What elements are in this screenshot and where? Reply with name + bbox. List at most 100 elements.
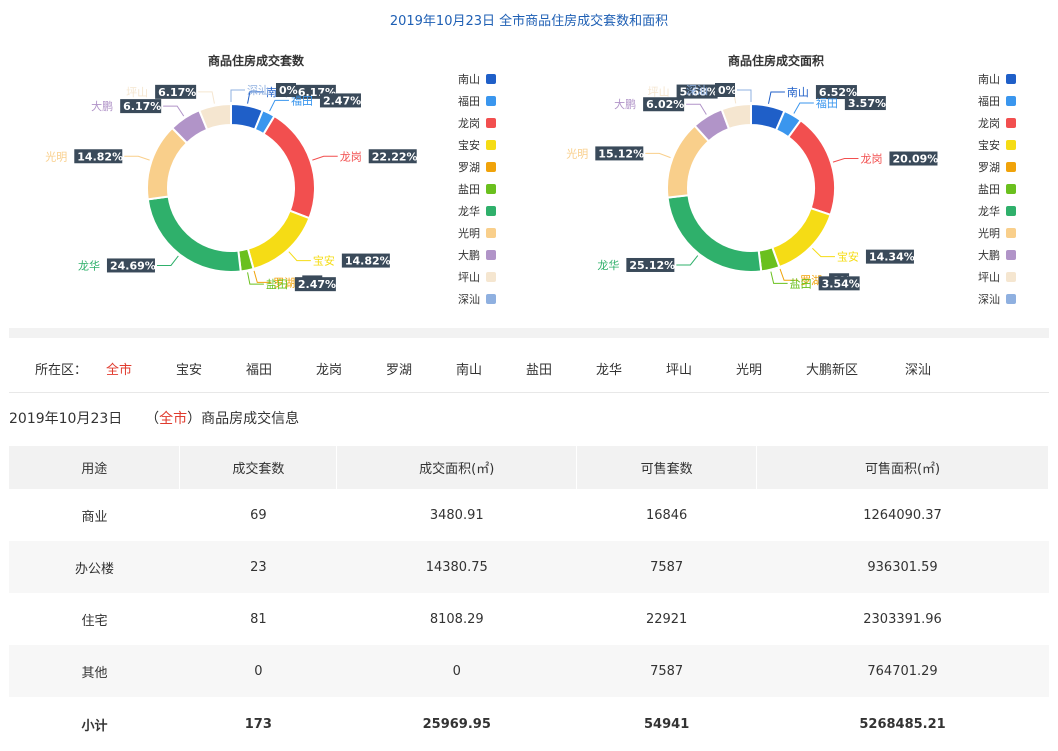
legend-swatch[interactable] (1006, 162, 1016, 172)
slice-龙华[interactable] (666, 194, 763, 273)
legend-swatch[interactable] (486, 118, 496, 128)
legend-label: 罗湖 (978, 161, 1000, 174)
legend-label: 龙华 (978, 204, 1000, 218)
legend-swatch[interactable] (486, 250, 496, 260)
legend-swatch[interactable] (1006, 140, 1016, 150)
legend-swatch[interactable] (486, 96, 496, 106)
table-cell: 16846 (645, 507, 688, 523)
legend-swatch[interactable] (1006, 228, 1016, 238)
region-tab-longhua[interactable]: 龙华 (596, 359, 622, 378)
region-tab-longgang[interactable]: 龙岗 (316, 359, 342, 378)
region-tab-shenshan[interactable]: 深汕 (905, 359, 931, 378)
table-cell: 7587 (576, 541, 757, 593)
label-leader (230, 89, 245, 102)
slice-value-label: 24.69% (110, 259, 156, 272)
legend-swatch[interactable] (1006, 184, 1016, 194)
table-row: 住宅 81 8108.29 22921 2303391.96 (9, 593, 1049, 645)
slice-value-label: 25.12% (629, 259, 675, 272)
chart-title: 商品住房成交套数 (208, 53, 305, 68)
legend-swatch[interactable] (486, 162, 496, 172)
col-header-deal-units: 成交套数 (179, 446, 338, 489)
legend-label: 盐田 (978, 183, 1000, 196)
legend-swatch[interactable] (486, 184, 496, 194)
label-leader (645, 152, 671, 159)
legend-label: 宝安 (978, 138, 1000, 152)
table-cell: 5268485.21 (859, 716, 946, 732)
slice-value-label: 2.47% (298, 278, 336, 291)
label-leader (269, 99, 289, 112)
table-cell: 2303391.96 (863, 611, 942, 627)
slice-光明[interactable] (146, 126, 189, 201)
label-leader (768, 91, 785, 104)
region-tab-yantian[interactable]: 盐田 (526, 359, 552, 378)
slice-龙华[interactable] (146, 195, 242, 273)
region-tab-dapeng[interactable]: 大鹏新区 (806, 359, 858, 378)
slice-龙岗[interactable] (786, 118, 836, 217)
legend-swatch[interactable] (486, 294, 496, 304)
label-leader (812, 247, 835, 258)
slice-name-label: 福田 (816, 96, 838, 110)
legend-swatch[interactable] (1006, 118, 1016, 128)
table-cell: 0 (336, 645, 577, 697)
table-cell: 54941 (644, 716, 690, 732)
region-tab-quanshi[interactable]: 全市 (106, 359, 132, 378)
legend-swatch[interactable] (1006, 96, 1016, 106)
table-cell: 住宅 (81, 613, 108, 629)
slice-光明[interactable] (666, 124, 711, 199)
slice-龙岗[interactable] (262, 114, 316, 220)
info-region: 全市 (159, 411, 188, 427)
legend-swatch[interactable] (1006, 206, 1016, 216)
slice-value-label: 3.57% (848, 97, 886, 110)
label-leader (686, 103, 707, 115)
col-header-deal-area: 成交面积(㎡) (336, 446, 578, 489)
legend-swatch[interactable] (1006, 250, 1016, 260)
region-tab-futian[interactable]: 福田 (246, 359, 272, 378)
slice-value-label: 6.02% (646, 98, 684, 111)
slice-name-label: 光明 (45, 149, 67, 163)
info-suffix: 商品房成交信息 (201, 411, 300, 427)
table-row: 商业 69 3480.91 16846 1264090.37 (9, 489, 1049, 541)
donut-charts: 商品住房成交套数南山 6.17% 福田 2.47% 龙岗 22.22% 宝安 14.82% 罗湖… (45, 53, 1016, 306)
slice-name-label: 坪山 (126, 86, 148, 99)
table-cell: 1264090.37 (863, 507, 942, 523)
col-header-avail-units: 可售套数 (576, 446, 758, 489)
info-date: 2019年10月23日 (9, 411, 123, 427)
region-filter-bar: 所在区： 全市 宝安 福田 龙岗 罗湖 南山 盐田 龙华 坪山 光明 大鹏新区 … (9, 346, 1049, 393)
legend-swatch[interactable] (486, 140, 496, 150)
slice-name-label: 大鹏 (614, 97, 636, 111)
region-tab-luohu[interactable]: 罗湖 (386, 359, 412, 378)
region-filter-label: 所在区： (35, 363, 88, 378)
table-cell: 25969.95 (422, 716, 491, 732)
charts-area: 商品住房成交套数南山 6.17% 福田 2.47% 龙岗 22.22% 宝安 14.82% 罗湖… (0, 30, 1058, 330)
legend-swatch[interactable] (486, 272, 496, 282)
slice-value-label: 3.54% (822, 277, 860, 290)
region-tab-nanshan[interactable]: 南山 (456, 359, 482, 378)
legend-swatch[interactable] (486, 74, 496, 84)
legend-swatch[interactable] (486, 206, 496, 216)
legend-label: 深汕 (458, 293, 480, 306)
legend-swatch[interactable] (1006, 294, 1016, 304)
legend-label: 罗湖 (458, 161, 480, 174)
slice-name-label: 大鹏 (91, 99, 113, 113)
legend-swatch[interactable] (1006, 74, 1016, 84)
region-tab-guangming[interactable]: 光明 (736, 359, 762, 378)
info-open-paren: （ (145, 411, 160, 427)
table-row: 其他 0 0 7587 764701.29 (9, 645, 1049, 697)
legend-label: 福田 (458, 94, 480, 108)
legend-swatch[interactable] (1006, 272, 1016, 282)
legend-label: 坪山 (458, 271, 480, 284)
slice-value-label: 0% (279, 84, 298, 97)
table-cell: 14380.75 (336, 541, 577, 593)
legend-swatch[interactable] (486, 228, 496, 238)
table-cell: 69 (250, 507, 267, 523)
slice-宝安[interactable] (770, 206, 832, 269)
slice-value-label: 6.17% (158, 86, 196, 99)
label-leader (288, 251, 311, 262)
region-tab-pingshan[interactable]: 坪山 (666, 359, 692, 378)
slice-name-label: 坪山 (648, 86, 670, 99)
legend-label: 宝安 (458, 138, 480, 152)
label-leader (124, 155, 150, 161)
table-cell: 7587 (576, 645, 757, 697)
region-tab-baoan[interactable]: 宝安 (176, 359, 202, 378)
label-leader (793, 102, 814, 114)
